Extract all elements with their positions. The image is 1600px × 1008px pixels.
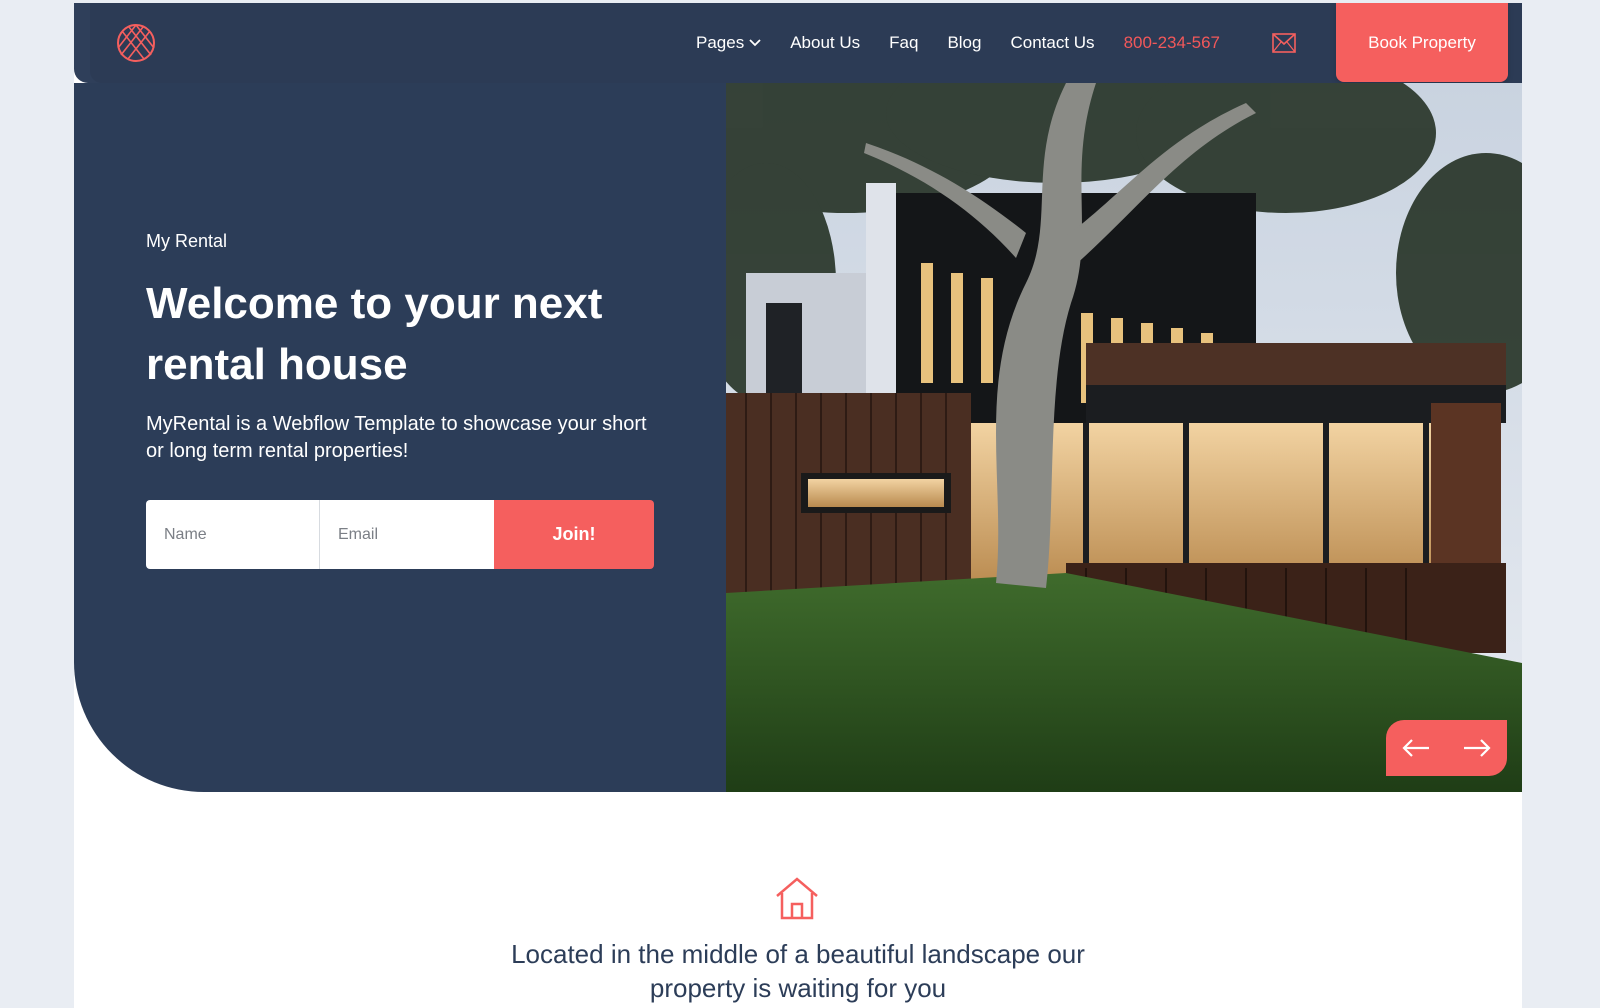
hero-panel: My Rental Welcome to your next rental ho… xyxy=(74,83,726,792)
envelope-icon[interactable] xyxy=(1272,33,1296,53)
navbar: Pages About Us Faq Blog Contact Us 800-2… xyxy=(74,3,1522,83)
hero-house-image xyxy=(726,83,1522,792)
nav-links: Pages About Us Faq Blog Contact Us 800-2… xyxy=(696,3,1220,83)
hero-eyebrow: My Rental xyxy=(146,231,228,251)
nav-link-blog[interactable]: Blog xyxy=(947,33,981,53)
join-button[interactable]: Join! xyxy=(494,500,654,569)
nav-link-faq[interactable]: Faq xyxy=(889,33,918,53)
nav-link-pages[interactable]: Pages xyxy=(696,33,761,53)
lattice-logo-icon[interactable] xyxy=(116,23,156,63)
page: Pages About Us Faq Blog Contact Us 800-2… xyxy=(74,3,1522,1008)
nav-link-pages-label: Pages xyxy=(696,33,745,52)
phone-link[interactable]: 800-234-567 xyxy=(1124,33,1220,53)
arrow-right-icon[interactable] xyxy=(1457,728,1497,768)
nav-link-about[interactable]: About Us xyxy=(790,33,860,53)
book-property-button[interactable]: Book Property xyxy=(1336,3,1508,82)
slider-nav xyxy=(1386,720,1507,776)
hero-description: MyRental is a Webflow Template to showca… xyxy=(146,413,647,462)
arrow-left-icon[interactable] xyxy=(1396,728,1436,768)
house-icon xyxy=(775,876,819,920)
hero-title: Welcome to your next rental house xyxy=(146,279,603,389)
email-input[interactable] xyxy=(320,500,494,569)
nav-link-contact[interactable]: Contact Us xyxy=(1010,33,1094,53)
signup-form: Join! xyxy=(146,500,654,569)
chevron-down-icon xyxy=(749,39,761,47)
feature-text: Located in the middle of a beautiful lan… xyxy=(511,939,1085,1003)
name-input[interactable] xyxy=(146,500,320,569)
